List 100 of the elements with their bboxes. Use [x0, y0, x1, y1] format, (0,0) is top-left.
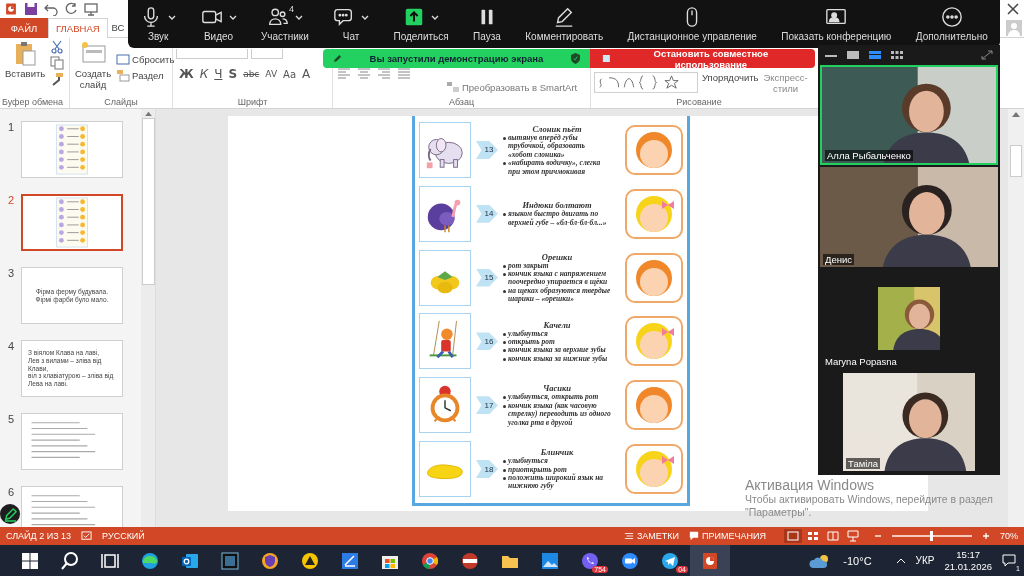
round-app-icon — [460, 550, 480, 571]
scroll-up-icon[interactable] — [144, 111, 152, 116]
ribbon-tab[interactable]: ВС — [107, 18, 126, 38]
section-button[interactable]: Раздел — [116, 68, 175, 82]
bullet-icon — [503, 213, 506, 217]
scrollbar[interactable] — [141, 109, 155, 527]
font-name-field[interactable] — [176, 49, 248, 59]
video-tile[interactable]: Таміла — [843, 373, 975, 471]
shield-icon — [260, 550, 280, 571]
film-icon — [220, 550, 240, 571]
browser-icon — [140, 550, 160, 571]
exercise-number: 17 — [476, 396, 498, 415]
pancake-drawing — [419, 441, 471, 498]
zoom-out-icon[interactable] — [874, 532, 882, 540]
new-slide-button[interactable]: Создать слайд — [73, 40, 114, 95]
share-button[interactable]: Поделиться — [391, 6, 451, 42]
clock-date: 21.01.2026 — [944, 560, 992, 573]
bullet-icon — [503, 404, 506, 408]
scissors-icon[interactable] — [50, 40, 65, 54]
child-on-swing-drawing — [419, 313, 471, 370]
keyboard-language[interactable]: УКР — [915, 555, 935, 566]
quick-styles-button[interactable]: Экспресс-стили — [762, 72, 809, 94]
font-size-field[interactable] — [251, 49, 283, 59]
present-icon[interactable] — [84, 2, 98, 16]
group-label: Буфер обмена — [1, 96, 64, 107]
scrollbar[interactable] — [1008, 109, 1024, 527]
language-indicator[interactable]: РУССКИЙ — [102, 531, 145, 541]
remote-control-button[interactable]: Дистанционное управление — [625, 6, 759, 42]
group-label: Рисование — [676, 96, 722, 107]
video-tile[interactable]: Денис — [820, 167, 998, 267]
bullet-icon — [503, 460, 506, 464]
scrollbar-thumb[interactable] — [1010, 145, 1022, 177]
format-button[interactable]: S — [225, 67, 241, 81]
exercise-title: Качели — [542, 319, 572, 330]
comments-button[interactable]: ПРИМЕЧАНИЯ — [689, 531, 766, 541]
close-icon[interactable] — [1006, 2, 1020, 16]
shapes-gallery[interactable] — [594, 72, 698, 93]
file-tab[interactable]: ФАЙЛ — [0, 18, 48, 38]
video-tile[interactable]: Алла Рыбальченко — [820, 65, 998, 165]
convert-smartart-button[interactable]: Преобразовать в SmartArt — [446, 80, 587, 94]
participants-button[interactable]: 4 Участники — [258, 6, 311, 42]
zoom-level[interactable]: 70% — [1000, 531, 1018, 541]
participant-count: 4 — [288, 4, 294, 14]
stop-sharing-button[interactable]: Остановить совместное использование — [590, 49, 815, 68]
exercise-number: 15 — [476, 268, 498, 287]
pause-button[interactable]: Пауза — [471, 6, 503, 42]
pen-app-icon — [340, 550, 360, 571]
expand-icon[interactable] — [980, 50, 994, 60]
strip-view-icon[interactable] — [868, 50, 882, 60]
more-button[interactable]: Дополнительно — [913, 6, 990, 42]
slide-number: 4 — [8, 340, 16, 352]
bullet-icon — [503, 162, 506, 166]
zoom-in-icon[interactable] — [982, 532, 990, 540]
format-button[interactable]: AV — [262, 69, 281, 79]
bullet-icon — [503, 289, 506, 293]
annotate-button[interactable]: Комментировать — [523, 6, 606, 42]
show-meeting-button[interactable]: Показать конференцию — [779, 6, 894, 42]
bullet-icon — [503, 332, 506, 336]
ribbon-tab[interactable]: ГЛАВНАЯ — [48, 18, 108, 38]
grid-view-icon[interactable] — [890, 50, 904, 60]
bullet-icon — [503, 468, 506, 472]
participant-name: Maryna Popasna — [825, 356, 897, 367]
scrollbar-thumb[interactable] — [141, 118, 155, 285]
slide-number: 5 — [8, 413, 16, 425]
notes-button[interactable]: ЗАМЕТКИ — [623, 531, 680, 541]
undo-icon[interactable] — [44, 2, 58, 16]
chevron-up-icon[interactable] — [895, 557, 906, 564]
arrange-button[interactable]: Упорядочить — [700, 72, 761, 83]
chat-button[interactable]: Чат — [331, 6, 372, 42]
exercise-number: 14 — [476, 204, 498, 223]
taskbar-button[interactable] — [690, 545, 730, 576]
format-button[interactable]: A — [299, 67, 314, 81]
paste-button[interactable]: Вставить — [3, 40, 48, 95]
format-button[interactable]: К — [196, 67, 212, 81]
format-button[interactable]: Ч — [211, 67, 226, 81]
turkey-drawing — [419, 185, 471, 242]
notification-center-icon[interactable] — [1002, 552, 1016, 567]
slider-thumb[interactable] — [930, 531, 934, 541]
format-button[interactable]: abc — [240, 69, 263, 79]
exercise-title: Часики — [542, 383, 573, 394]
activation-title: Активация Windows — [745, 477, 876, 493]
reset-button[interactable]: Сбросить — [116, 52, 175, 66]
exercise-title: Индюки болтают — [521, 200, 593, 211]
audio-button[interactable]: Звук — [138, 6, 179, 42]
video-button[interactable]: Видео — [198, 6, 239, 42]
participant-name: Таміла — [846, 458, 881, 469]
exercise-number: 13 — [476, 140, 498, 159]
video-tile[interactable] — [878, 287, 940, 350]
format-painter-icon[interactable] — [50, 72, 65, 86]
alarm-clock-drawing — [419, 377, 471, 434]
redo-icon[interactable] — [64, 2, 78, 16]
group-label: Абзац — [448, 96, 475, 107]
presentation-app-icon[interactable] — [4, 2, 18, 16]
save-icon[interactable] — [24, 2, 38, 16]
format-button[interactable]: Ж — [176, 67, 197, 81]
spellcheck-icon[interactable] — [81, 530, 93, 542]
format-button[interactable]: Aa — [280, 68, 300, 80]
bullet-icon — [503, 357, 506, 361]
speaker-view-icon[interactable] — [846, 50, 860, 60]
scroll-up-icon[interactable] — [1012, 111, 1020, 117]
